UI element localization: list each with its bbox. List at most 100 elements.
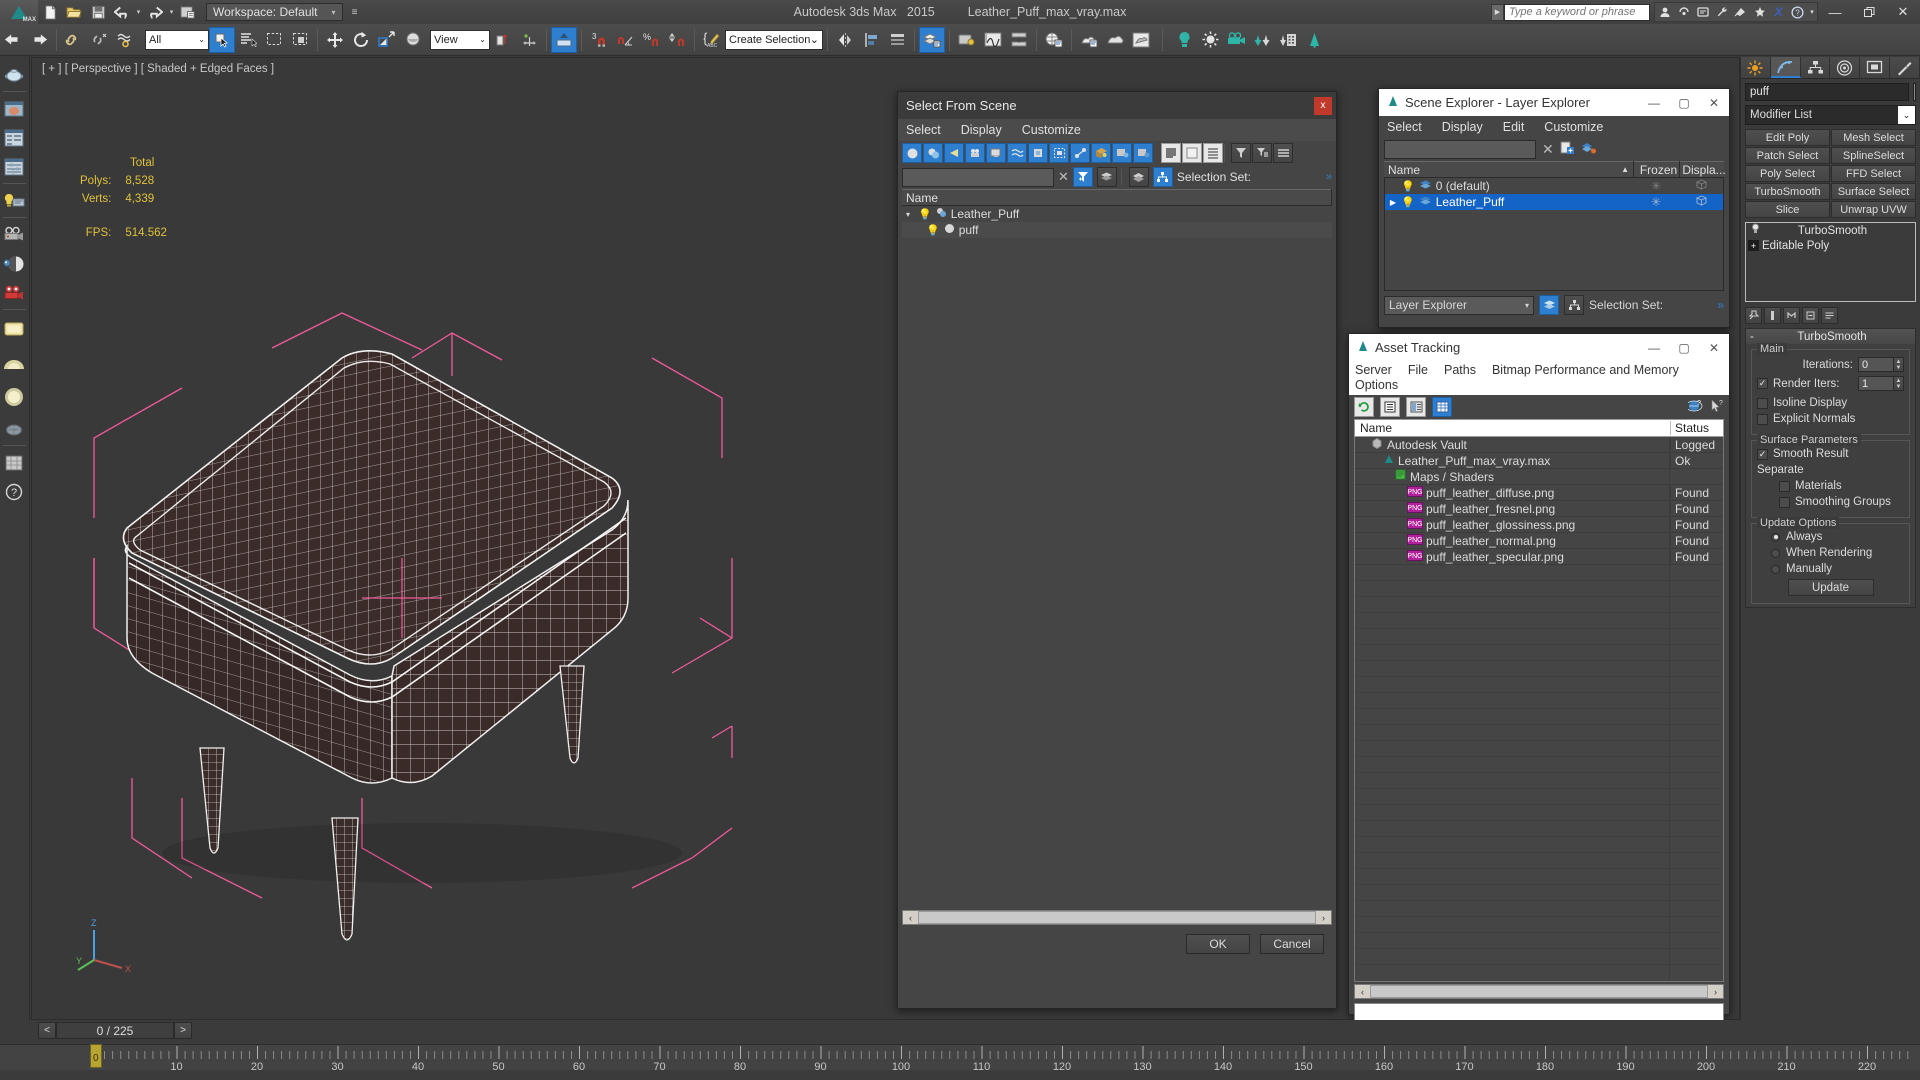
percent-snap-icon[interactable]: % xyxy=(638,27,664,53)
display-box-icon[interactable] xyxy=(1679,195,1723,209)
create-tab-icon[interactable] xyxy=(1741,57,1771,78)
detail-view-icon[interactable] xyxy=(1406,397,1426,417)
menu-customize[interactable]: Customize xyxy=(1022,123,1081,137)
menu-customize[interactable]: Customize xyxy=(1544,120,1603,134)
teapot-preview-icon[interactable] xyxy=(0,60,28,89)
render-iters-spinner[interactable]: ▲▼ xyxy=(1858,376,1904,391)
grid-view-icon[interactable] xyxy=(1432,397,1452,417)
layers-icon[interactable] xyxy=(1096,167,1117,187)
spinner-snap-icon[interactable] xyxy=(664,27,690,53)
use-transform-coordinate-center-icon[interactable] xyxy=(551,26,577,53)
lightbulb-stack-icon[interactable] xyxy=(1748,223,1762,238)
menu-bitmap-performance[interactable]: Bitmap Performance and Memory xyxy=(1492,363,1679,377)
modifier-stack-item-editable-poly[interactable]: + Editable Poly xyxy=(1746,238,1915,253)
scroll-right-icon[interactable]: › xyxy=(1316,913,1331,923)
radio-when-rendering[interactable] xyxy=(1771,548,1780,558)
bind-to-space-warp-icon[interactable] xyxy=(113,27,139,53)
next-frame-button[interactable]: > xyxy=(174,1022,192,1039)
radio-manually[interactable] xyxy=(1771,564,1780,574)
column-name[interactable]: Name xyxy=(1355,421,1671,435)
snowflake-icon[interactable]: ✳ xyxy=(1633,195,1679,209)
horizontal-scrollbar[interactable]: ‹ › xyxy=(902,910,1332,925)
selection-filter-dropdown[interactable]: All ⌄ xyxy=(145,29,209,50)
schematic-view-icon[interactable] xyxy=(1006,27,1032,53)
pin-stack-icon[interactable] xyxy=(1745,307,1762,324)
display-cameras-icon[interactable] xyxy=(965,143,985,163)
list-view-icon[interactable] xyxy=(1203,143,1223,163)
foliage-icon[interactable] xyxy=(1249,27,1275,53)
minimize-button[interactable]: — xyxy=(1818,0,1852,24)
use-pivot-point-center-icon[interactable] xyxy=(490,27,516,53)
wrench-icon[interactable] xyxy=(1712,3,1731,22)
clear-x-icon[interactable]: ✕ xyxy=(1542,141,1554,158)
collapse-all-icon[interactable] xyxy=(1182,143,1202,163)
update-button[interactable]: Update xyxy=(1787,579,1874,596)
scroll-left-icon[interactable]: ‹ xyxy=(903,913,918,923)
undo-arrow-icon[interactable] xyxy=(0,27,26,53)
scene-explorer-titlebar[interactable]: Scene Explorer - Layer Explorer — ▢ ✕ xyxy=(1379,89,1729,116)
spinner-arrows-icon[interactable]: ▲ ▼ xyxy=(1894,376,1904,391)
communication-center-icon[interactable] xyxy=(1731,3,1750,22)
select-from-scene-titlebar[interactable]: Select From Scene x xyxy=(898,92,1336,119)
layer-tools-icon[interactable] xyxy=(1581,141,1597,158)
bulb-icon[interactable]: 💡 xyxy=(918,208,932,221)
teapot-mesh-icon[interactable] xyxy=(0,414,28,443)
scroll-right-icon[interactable]: › xyxy=(1708,987,1723,997)
menu-options[interactable]: Options xyxy=(1355,378,1398,392)
menu-paths[interactable]: Paths xyxy=(1444,363,1476,377)
render-camera-icon[interactable] xyxy=(0,278,28,307)
xref-icon[interactable]: X xyxy=(1769,3,1788,22)
camera-icon[interactable] xyxy=(1223,27,1249,53)
modifier-button-mesh-select[interactable]: Mesh Select xyxy=(1831,129,1916,146)
display-freeze-icon[interactable] xyxy=(1133,143,1153,163)
table-row[interactable]: ▶ 💡 Leather_Puff ✳ xyxy=(1385,194,1723,210)
redo-arrow-icon[interactable] xyxy=(26,27,52,53)
scene-explorer-icon[interactable] xyxy=(919,26,945,53)
help-circle-icon[interactable]: ? xyxy=(0,477,28,506)
select-from-scene-dialog[interactable]: Select From Scene x Select Display Custo… xyxy=(897,91,1337,1009)
bulb-icon[interactable]: 💡 xyxy=(1401,180,1415,193)
search-dropdown-icon[interactable]: ▶ xyxy=(1491,3,1504,21)
display-helpers-icon[interactable] xyxy=(986,143,1006,163)
menu-display[interactable]: Display xyxy=(961,123,1002,137)
table-row[interactable]: Maps / Shaders xyxy=(1355,469,1723,485)
search-input[interactable] xyxy=(1504,3,1650,21)
table-row[interactable]: Autodesk Vault Logged xyxy=(1355,437,1723,453)
iterations-input[interactable] xyxy=(1858,357,1894,372)
expander-icon[interactable]: ▾ xyxy=(906,210,918,219)
table-row[interactable]: PNG puff_leather_fresnel.png Found xyxy=(1355,501,1723,517)
utilities-tab-icon[interactable] xyxy=(1890,57,1920,78)
explorer-mode-select[interactable]: Layer Explorer ▾ xyxy=(1384,295,1534,315)
omni-light-icon[interactable] xyxy=(1171,27,1197,53)
scene-explorer-window[interactable]: Scene Explorer - Layer Explorer — ▢ ✕ Se… xyxy=(1378,88,1730,328)
render-preview-icon[interactable] xyxy=(0,94,28,123)
layers-icon[interactable] xyxy=(1539,295,1559,315)
modifier-button-patch-select[interactable]: Patch Select xyxy=(1745,147,1830,164)
display-geometry-icon[interactable] xyxy=(902,143,922,163)
list-item[interactable]: ▾ 💡 Leather_Puff xyxy=(902,206,1332,222)
bulb-icon[interactable]: 💡 xyxy=(1401,196,1415,209)
light-setup-icon[interactable] xyxy=(0,186,28,215)
help-icon[interactable]: ? xyxy=(1788,3,1807,22)
object-color-swatch[interactable] xyxy=(1913,83,1916,101)
configure-sets-icon[interactable] xyxy=(1821,307,1838,324)
maximize-button[interactable]: ▢ xyxy=(1669,335,1699,361)
render-iters-checkbox[interactable]: ✓ xyxy=(1757,378,1768,389)
modifier-list-dropdown[interactable]: Modifier List ⌄ xyxy=(1745,105,1916,125)
display-lights-icon[interactable] xyxy=(944,143,964,163)
materials-checkbox[interactable] xyxy=(1779,480,1790,492)
modifier-button-surface-select[interactable]: Surface Select xyxy=(1831,183,1916,200)
asset-tracking-window[interactable]: Asset Tracking — ▢ ✕ Server File Paths B… xyxy=(1348,333,1730,1023)
favorites-star-icon[interactable] xyxy=(1750,3,1769,22)
reference-coordinate-dropdown[interactable]: View ⌄ xyxy=(430,29,490,50)
menu-edit[interactable]: Edit xyxy=(1503,120,1525,134)
column-display[interactable]: Displa... xyxy=(1680,161,1725,178)
material-sphere-icon[interactable] xyxy=(0,249,28,278)
chevron-down-icon[interactable]: ⌄ xyxy=(1898,106,1915,124)
hierarchy-icon[interactable] xyxy=(1564,295,1584,315)
show-end-result-icon[interactable] xyxy=(1764,307,1781,324)
ok-button[interactable]: OK xyxy=(1186,934,1250,954)
grid-icon[interactable] xyxy=(0,448,28,477)
current-frame-display[interactable]: 0 / 225 xyxy=(56,1022,174,1039)
column-name[interactable]: Name xyxy=(902,189,1332,206)
